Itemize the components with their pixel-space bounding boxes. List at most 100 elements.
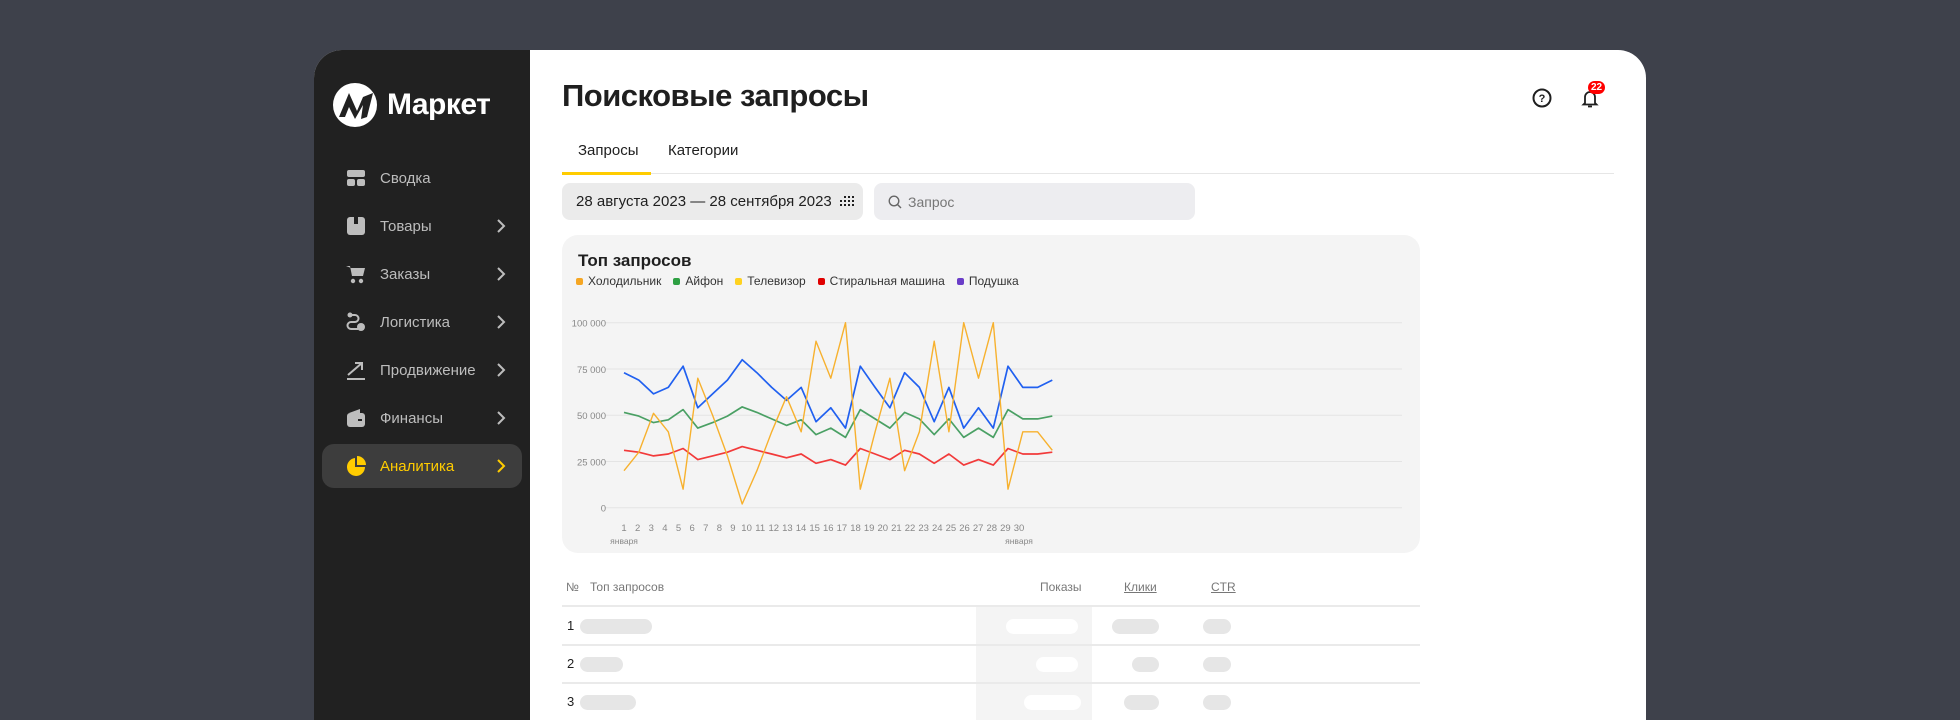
col-clicks[interactable]: Клики xyxy=(1124,580,1157,594)
x-tick-label: 14 xyxy=(796,523,807,534)
route-icon xyxy=(346,312,365,331)
date-range-picker[interactable]: 28 августа 2023 — 28 сентября 2023 xyxy=(562,183,863,220)
x-tick-label: 15 xyxy=(809,523,820,534)
x-tick-label: 6 xyxy=(689,523,694,534)
ctr-placeholder xyxy=(1203,619,1231,634)
col-shows[interactable]: Показы xyxy=(1040,580,1081,594)
logo[interactable]: Маркет xyxy=(333,83,491,127)
x-tick-label: 4 xyxy=(662,523,667,534)
query-placeholder xyxy=(580,619,652,634)
x-tick-label: 11 xyxy=(755,523,765,534)
series-line-orange xyxy=(623,321,1053,505)
query-placeholder xyxy=(580,695,636,710)
active-tab-indicator xyxy=(562,172,651,175)
sidebar-item-pie-chart[interactable]: Аналитика xyxy=(322,444,522,488)
y-tick-label: 100 000 xyxy=(572,319,606,330)
x-tick-label: 30 xyxy=(1014,523,1025,534)
x-tick-label: 26 xyxy=(959,523,970,534)
x-tick-label: 17 xyxy=(837,523,848,534)
sidebar-item-label: Заказы xyxy=(380,265,431,283)
main-content: Поисковые запросы ? 22 Запросы Категории… xyxy=(530,50,1646,720)
sidebar-item-label: Продвижение xyxy=(380,361,476,379)
clicks-placeholder xyxy=(1124,695,1159,710)
cart-icon xyxy=(346,266,365,284)
sidebar-item-trend-up[interactable]: Продвижение xyxy=(322,348,522,392)
shows-placeholder xyxy=(1006,619,1078,634)
sidebar-item-label: Сводка xyxy=(380,169,431,187)
chevron-right-icon xyxy=(497,459,506,473)
pie-chart-icon xyxy=(347,456,366,476)
x-tick-label: 9 xyxy=(730,523,735,534)
trend-up-icon xyxy=(347,362,365,380)
clicks-placeholder xyxy=(1132,657,1159,672)
dashboard-icon xyxy=(347,170,365,186)
page-title: Поисковые запросы xyxy=(562,78,869,113)
line-chart: 100 00075 00050 00025 00001 2 3 4 5 6 7 8 9 10 11 1… xyxy=(572,319,1402,546)
market-logo-icon xyxy=(333,83,377,127)
x-tick-label: 27 xyxy=(973,523,984,534)
row-number: 1 xyxy=(567,618,575,633)
date-range-value: 28 августа 2023 — 28 сентября 2023 xyxy=(576,193,832,210)
ctr-placeholder xyxy=(1203,657,1231,672)
x-tick-label: 23 xyxy=(918,523,929,534)
search-icon xyxy=(888,194,902,208)
x-tick-label: 10 xyxy=(741,523,752,534)
x-tick-label: 21 xyxy=(891,523,902,534)
tabs: Запросы Категории xyxy=(562,124,1614,175)
x-tick-label: 2 xyxy=(635,523,640,534)
row-divider xyxy=(562,682,1420,684)
box-icon xyxy=(347,217,365,235)
x-tick-label: 22 xyxy=(905,523,916,534)
brand-name: Маркет xyxy=(387,88,491,121)
chevron-right-icon xyxy=(497,411,506,425)
col-number: № xyxy=(566,580,579,594)
query-placeholder xyxy=(580,657,623,672)
y-tick-label: 75 000 xyxy=(577,365,606,376)
x-tick-label: 12 xyxy=(769,523,780,534)
chevron-right-icon xyxy=(497,267,506,281)
sidebar: Маркет Сводка Товары Заказы Логистика Продви… xyxy=(314,50,530,720)
row-divider xyxy=(562,644,1420,646)
shows-placeholder xyxy=(1036,657,1078,672)
chevron-right-icon xyxy=(497,363,506,377)
row-number: 2 xyxy=(567,656,575,671)
x-tick-label: 7 xyxy=(703,523,708,534)
x-tick-label: 19 xyxy=(864,523,875,534)
x-tick-label: 25 xyxy=(946,523,957,534)
y-tick-label: 50 000 xyxy=(577,411,606,422)
x-tick-label: 20 xyxy=(877,523,888,534)
help-icon[interactable]: ? xyxy=(1530,86,1554,110)
sidebar-item-label: Товары xyxy=(380,217,432,235)
shows-placeholder xyxy=(1024,695,1081,710)
ctr-placeholder xyxy=(1203,695,1231,710)
sidebar-item-label: Логистика xyxy=(380,313,451,331)
search-field[interactable]: Запрос xyxy=(874,183,1195,220)
x-month-label: января xyxy=(1005,536,1033,546)
x-tick-label: 3 xyxy=(649,523,654,534)
x-tick-label: 28 xyxy=(986,523,997,534)
x-tick-label: 1 xyxy=(621,523,626,534)
tab-requests[interactable]: Запросы xyxy=(578,142,639,159)
chevron-right-icon xyxy=(497,315,506,329)
wallet-icon xyxy=(347,409,365,427)
y-tick-label: 0 xyxy=(601,504,606,515)
notification-badge: 22 xyxy=(1588,81,1606,94)
col-query: Топ запросов xyxy=(590,580,665,594)
sidebar-item-route[interactable]: Логистика xyxy=(322,300,522,344)
chevron-right-icon xyxy=(497,219,506,233)
sidebar-item-wallet[interactable]: Финансы xyxy=(322,396,522,440)
sidebar-item-label: Финансы xyxy=(380,409,443,427)
sidebar-item-box[interactable]: Товары xyxy=(322,204,522,248)
clicks-placeholder xyxy=(1112,619,1159,634)
x-tick-label: 18 xyxy=(850,523,861,534)
svg-text:?: ? xyxy=(1539,93,1546,105)
sidebar-item-cart[interactable]: Заказы xyxy=(322,252,522,296)
x-tick-label: 24 xyxy=(932,523,943,534)
sidebar-item-label: Аналитика xyxy=(380,457,455,475)
x-tick-label: 5 xyxy=(676,523,681,534)
sidebar-item-dashboard[interactable]: Сводка xyxy=(322,156,522,200)
col-ctr[interactable]: CTR xyxy=(1211,580,1236,594)
top-queries-chart: Топ запросов Холодильник Айфон Телевизор Ст… xyxy=(562,235,1420,553)
calendar-icon xyxy=(839,195,854,206)
tab-categories[interactable]: Категории xyxy=(668,142,738,159)
